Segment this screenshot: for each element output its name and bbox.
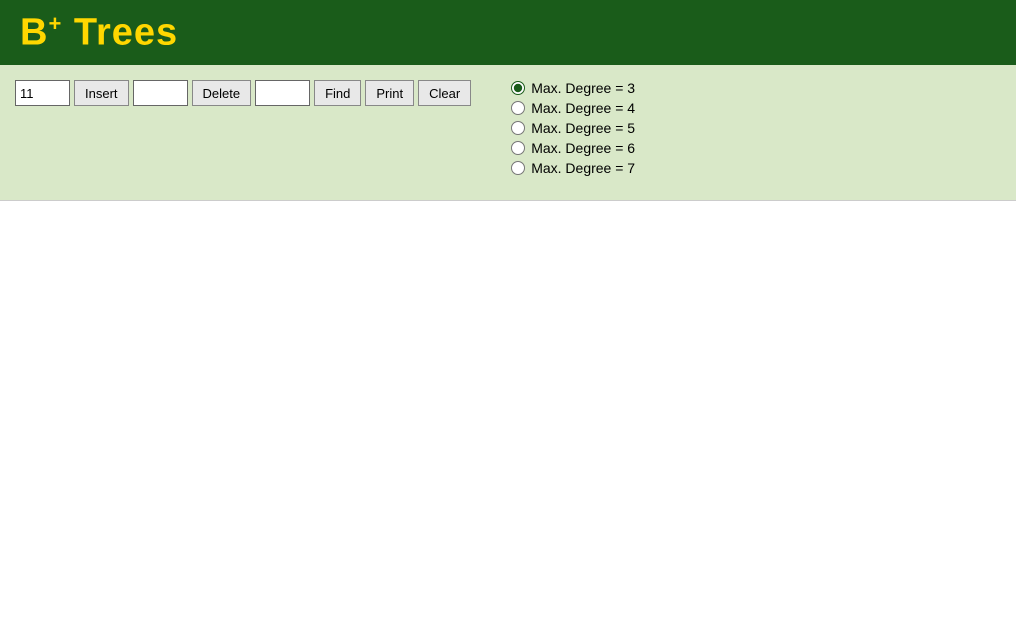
- right-controls: Max. Degree = 3 Max. Degree = 4 Max. Deg…: [511, 80, 635, 176]
- delete-button[interactable]: Delete: [192, 80, 252, 106]
- radio-label-3: Max. Degree = 3: [531, 80, 635, 96]
- find-button[interactable]: Find: [314, 80, 361, 106]
- radio-degree-5[interactable]: [511, 121, 525, 135]
- print-button[interactable]: Print: [365, 80, 414, 106]
- controls-bar: Insert Delete Find Print Clear Max. Degr…: [0, 65, 1016, 200]
- radio-label-4: Max. Degree = 4: [531, 100, 635, 116]
- clear-button[interactable]: Clear: [418, 80, 471, 106]
- delete-input[interactable]: [133, 80, 188, 106]
- radio-row-4: Max. Degree = 4: [511, 100, 635, 116]
- radio-degree-6[interactable]: [511, 141, 525, 155]
- radio-row-7: Max. Degree = 7: [511, 160, 635, 176]
- title-superscript: +: [48, 11, 62, 36]
- radio-degree-7[interactable]: [511, 161, 525, 175]
- find-input[interactable]: [255, 80, 310, 106]
- app-title: B+ Trees: [20, 11, 178, 55]
- radio-row-6: Max. Degree = 6: [511, 140, 635, 156]
- insert-button[interactable]: Insert: [74, 80, 129, 106]
- radio-row-5: Max. Degree = 5: [511, 120, 635, 136]
- app-header: B+ Trees: [0, 0, 1016, 65]
- insert-input[interactable]: [15, 80, 70, 106]
- radio-label-7: Max. Degree = 7: [531, 160, 635, 176]
- tree-canvas: [0, 200, 1016, 634]
- radio-label-6: Max. Degree = 6: [531, 140, 635, 156]
- radio-degree-4[interactable]: [511, 101, 525, 115]
- radio-label-5: Max. Degree = 5: [531, 120, 635, 136]
- left-controls: Insert Delete Find Print Clear: [15, 80, 471, 106]
- radio-row-3: Max. Degree = 3: [511, 80, 635, 96]
- radio-degree-3[interactable]: [511, 81, 525, 95]
